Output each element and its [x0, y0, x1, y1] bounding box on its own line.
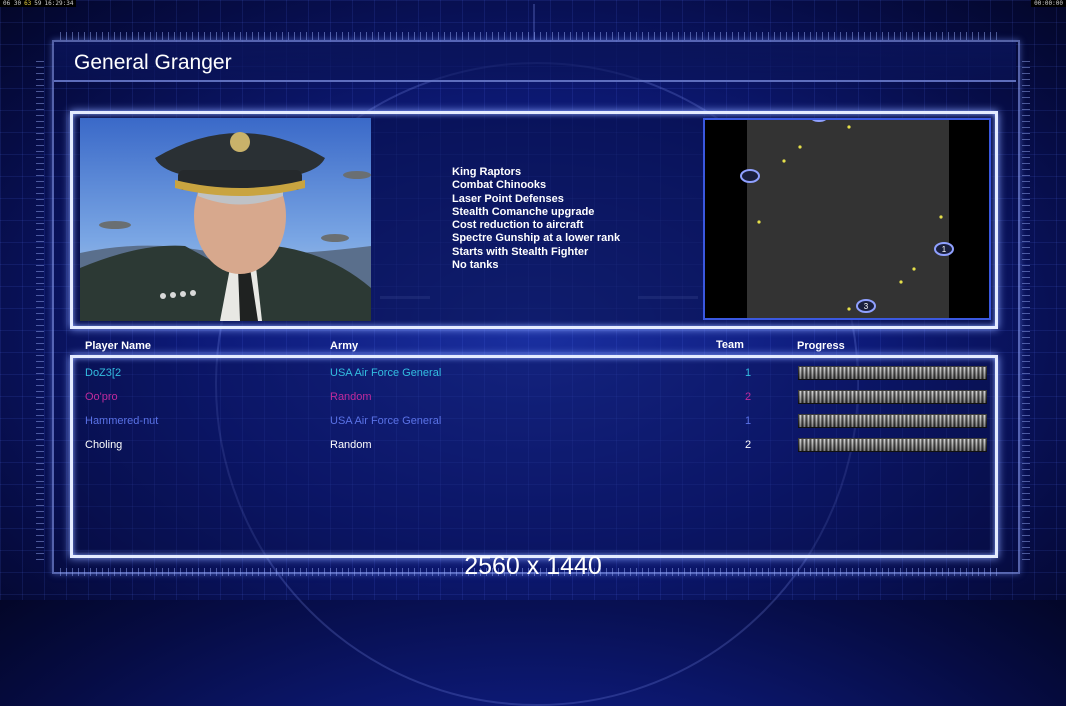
header-progress: Progress — [797, 340, 845, 352]
table-row: Oo'pro Random 2 — [0, 387, 1066, 407]
game-timer: 00:00:00 — [1034, 0, 1063, 7]
perk-item: Laser Point Defenses — [452, 192, 564, 205]
top-ruler — [60, 32, 1000, 40]
minimap: 1 3 — [703, 118, 991, 320]
player-team: 1 — [745, 367, 752, 379]
player-army: Random — [330, 439, 372, 451]
right-ruler — [1022, 60, 1030, 560]
loading-progress-bar — [798, 414, 987, 428]
map-terrain — [747, 120, 949, 318]
general-name-title: General Granger — [74, 51, 232, 74]
table-row: Choling Random 2 — [0, 435, 1066, 455]
general-perks-list: King Raptors Combat Chinooks Laser Point… — [452, 166, 620, 272]
svg-text:1: 1 — [942, 245, 947, 254]
fps-counter: 63 — [24, 0, 32, 7]
table-row: Hammered-nut USA Air Force General 1 — [0, 411, 1066, 431]
perk-item: Combat Chinooks — [452, 179, 547, 192]
perk-item: Spectre Gunship at a lower rank — [452, 232, 621, 245]
loading-progress-bar — [798, 366, 987, 380]
session-time: 06 30 — [3, 0, 22, 7]
player-army: USA Air Force General — [330, 367, 442, 379]
table-row: DoZ3[2 USA Air Force General 1 — [0, 363, 1066, 383]
header-team: Team — [716, 339, 744, 351]
start-position-marker: 1 — [934, 242, 954, 256]
player-name: Oo'pro — [85, 391, 118, 403]
clock: 16:29:34 — [44, 0, 74, 7]
debug-status-right: 00:00:00 — [1031, 0, 1066, 7]
perk-item: No tanks — [452, 259, 499, 272]
perk-item: King Raptors — [452, 166, 522, 178]
frame-info: 59 — [34, 0, 42, 7]
header-army: Army — [330, 340, 359, 352]
debug-status-left: 06 30 63 59 16:29:34 — [0, 0, 77, 7]
header-player-name: Player Name — [85, 340, 152, 352]
left-ruler — [36, 60, 44, 560]
player-team: 2 — [745, 391, 752, 403]
start-position-marker: 3 — [856, 299, 876, 313]
loading-progress-bar — [798, 390, 987, 404]
players-table — [70, 355, 998, 558]
player-team: 1 — [745, 415, 752, 427]
player-army: USA Air Force General — [330, 415, 442, 427]
perk-item: Cost reduction to aircraft — [452, 219, 584, 232]
resolution-label: 2560 x 1440 — [464, 552, 602, 580]
player-name: Hammered-nut — [85, 415, 159, 427]
perk-item: Stealth Comanche upgrade — [452, 205, 595, 218]
player-army: Random — [330, 391, 372, 403]
player-name: DoZ3[2 — [85, 367, 122, 379]
svg-text:3: 3 — [864, 302, 869, 311]
loading-progress-fill — [798, 390, 987, 404]
perk-item: Starts with Stealth Fighter — [452, 245, 589, 258]
loading-progress-fill — [798, 366, 987, 380]
loading-progress-bar — [798, 438, 987, 452]
start-position-marker — [740, 169, 760, 183]
general-portrait — [80, 118, 371, 321]
loading-progress-fill — [798, 414, 987, 428]
player-name: Choling — [85, 439, 123, 451]
loading-progress-fill — [798, 438, 987, 452]
player-team: 2 — [745, 439, 752, 451]
